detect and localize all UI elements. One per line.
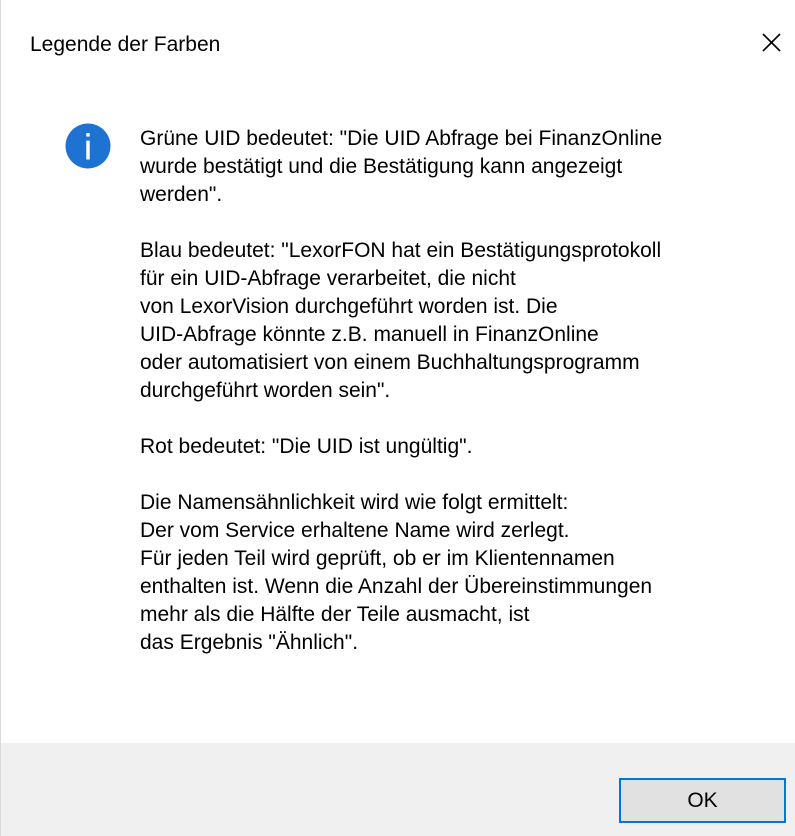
- title-bar: Legende der Farben: [1, 0, 795, 80]
- message-paragraph-blue: Blau bedeutet: "LexorFON hat ein Bestäti…: [140, 237, 780, 405]
- message-line: Die Namensähnlichkeit wird wie folgt erm…: [140, 491, 569, 514]
- message-line: Rot bedeutet: "Die UID ist ungültig".: [140, 435, 473, 458]
- close-icon: [762, 33, 781, 52]
- message-line: UID-Abfrage könnte z.B. manuell in Finan…: [140, 323, 599, 346]
- message-paragraph-similarity: Die Namensähnlichkeit wird wie folgt erm…: [140, 489, 780, 657]
- info-icon: [65, 123, 111, 169]
- message-line: werden".: [140, 183, 223, 206]
- message-line: Blau bedeutet: "LexorFON hat ein Bestäti…: [140, 239, 662, 262]
- close-button[interactable]: [749, 22, 793, 66]
- message-line: das Ergebnis "Ähnlich".: [140, 631, 359, 654]
- message-line: wurde bestätigt und die Bestätigung kann…: [140, 155, 623, 178]
- dialog-title: Legende der Farben: [30, 33, 221, 56]
- message-paragraph-green: Grüne UID bedeutet: "Die UID Abfrage bei…: [140, 125, 780, 209]
- message-line: oder automatisiert von einem Buchhaltung…: [140, 351, 640, 374]
- message-line: mehr als die Hälfte der Teile ausmacht, …: [140, 603, 530, 626]
- message-line: von LexorVision durchgeführt worden ist.…: [140, 295, 558, 318]
- message-paragraph-red: Rot bedeutet: "Die UID ist ungültig".: [140, 433, 780, 461]
- message-line: Grüne UID bedeutet: "Die UID Abfrage bei…: [140, 127, 663, 150]
- message-text: Grüne UID bedeutet: "Die UID Abfrage bei…: [140, 125, 780, 657]
- ok-button[interactable]: OK: [619, 778, 786, 823]
- message-line: enthalten ist. Wenn die Anzahl der Übere…: [140, 575, 653, 598]
- message-line: Für jeden Teil wird geprüft, ob er im Kl…: [140, 547, 615, 570]
- message-line: Der vom Service erhaltene Name wird zerl…: [140, 519, 570, 542]
- message-dialog: Legende der Farben Grüne UID bedeutet: "…: [0, 0, 795, 836]
- dialog-content: Grüne UID bedeutet: "Die UID Abfrage bei…: [1, 80, 795, 743]
- button-bar: OK: [1, 743, 795, 836]
- message-line: für ein UID-Abfrage verarbeitet, die nic…: [140, 267, 516, 290]
- message-line: durchgeführt worden sein".: [140, 379, 391, 402]
